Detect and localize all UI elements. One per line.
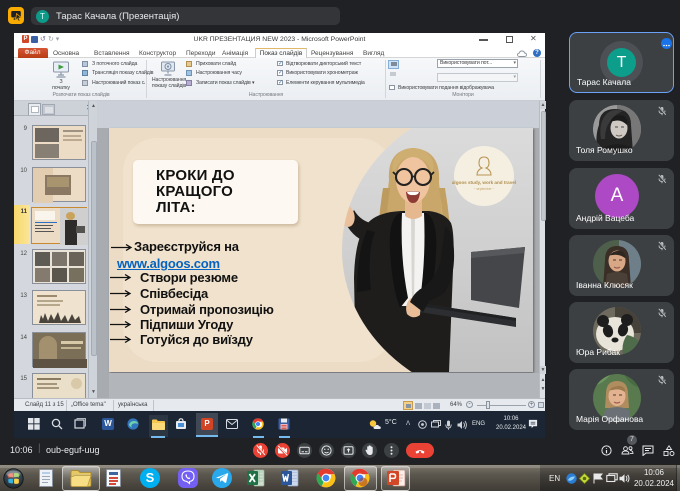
svg-text:algoos study, work and travel: algoos study, work and travel <box>452 180 516 185</box>
svg-text:~ september ~: ~ september ~ <box>474 187 495 191</box>
